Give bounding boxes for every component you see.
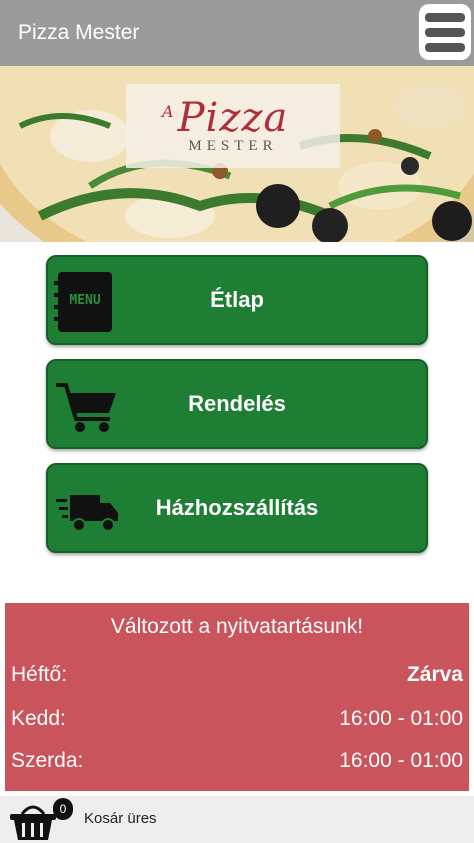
basket-icon[interactable] bbox=[8, 798, 58, 842]
hours-time: Zárva bbox=[406, 663, 463, 686]
pizza-mester-logo: A Pizza MESTER bbox=[126, 84, 340, 168]
delivery-truck-icon bbox=[56, 495, 118, 532]
menu-board-icon: MENU bbox=[54, 272, 112, 332]
hours-row: Héftő: Zárva bbox=[11, 663, 463, 687]
logo-sub-text: MESTER bbox=[188, 137, 278, 154]
menu-button-label: Étlap bbox=[210, 287, 264, 312]
hours-day: Héftő: bbox=[11, 663, 68, 686]
hours-day: Szerda: bbox=[11, 749, 84, 772]
shopping-cart-icon bbox=[56, 383, 116, 432]
hours-row: Kedd: 16:00 - 01:00 bbox=[11, 707, 463, 731]
order-button[interactable]: Rendelés bbox=[46, 359, 428, 449]
cart-count-badge: 0 bbox=[53, 798, 73, 820]
top-app-bar: Pizza Mester bbox=[0, 0, 474, 66]
order-button-label: Rendelés bbox=[188, 391, 286, 416]
hours-row: Szerda: 16:00 - 01:00 bbox=[11, 749, 463, 773]
delivery-button[interactable]: Házhozszállítás bbox=[46, 463, 428, 553]
svg-text:MENU: MENU bbox=[69, 293, 100, 308]
hours-time: 16:00 - 01:00 bbox=[339, 707, 463, 730]
hero-banner: A Pizza MESTER bbox=[0, 66, 474, 242]
cart-status: Kosár üres bbox=[84, 810, 157, 827]
logo-main-text: Pizza bbox=[177, 94, 289, 141]
cart-bar[interactable]: 0 Kosár üres bbox=[0, 796, 474, 843]
hamburger-menu-icon[interactable] bbox=[419, 4, 471, 60]
opening-hours-title: Változott a nyitvatartásunk! bbox=[110, 615, 364, 638]
hours-time: 16:00 - 01:00 bbox=[339, 749, 463, 772]
hours-day: Kedd: bbox=[11, 707, 66, 730]
app-title: Pizza Mester bbox=[18, 21, 140, 44]
menu-button[interactable]: MENU Étlap bbox=[46, 255, 428, 345]
delivery-button-label: Házhozszállítás bbox=[155, 495, 319, 520]
logo-prefix: A bbox=[162, 102, 174, 121]
opening-hours-panel: Változott a nyitvatartásunk! Héftő: Zárv… bbox=[5, 603, 469, 791]
